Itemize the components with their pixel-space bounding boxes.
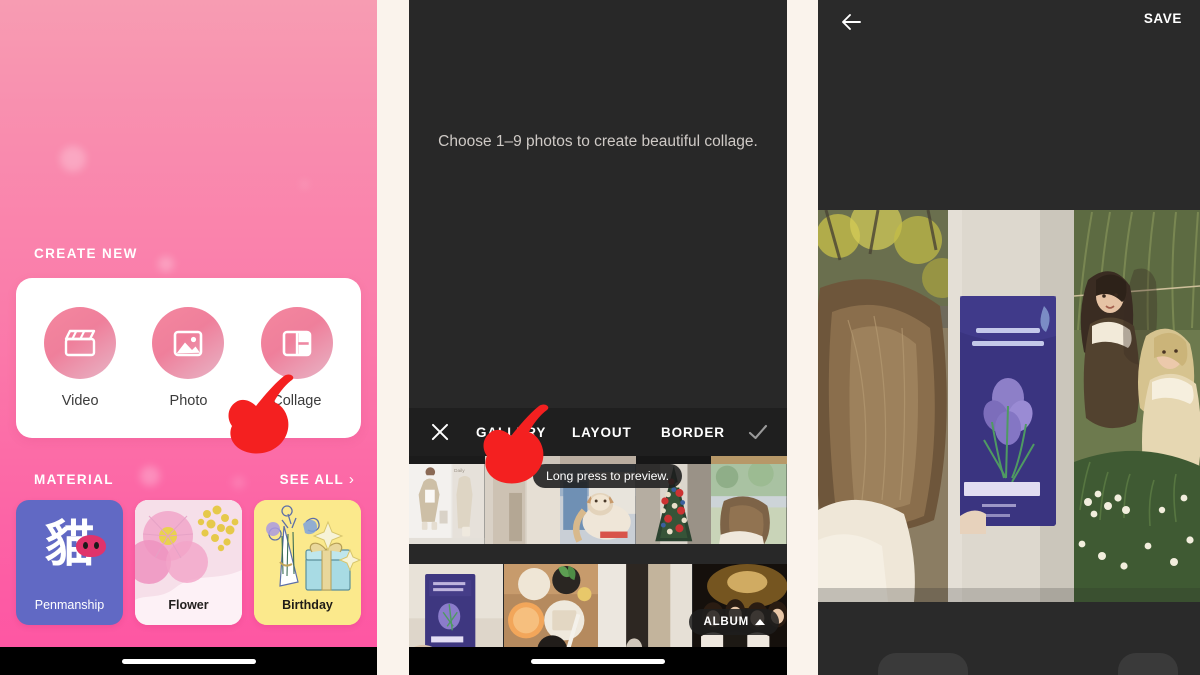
- chevron-right-icon: ›: [348, 471, 355, 488]
- panel-collage-result: SAVE: [818, 0, 1200, 675]
- create-item-label: Collage: [272, 393, 322, 409]
- photo-grid: Daily: [409, 456, 787, 675]
- photo-image-icon: [152, 307, 225, 379]
- collage-cell-purple-book[interactable]: Càng BÌNH TĨNH Càng HẠNH PHÚC VÂN TÌNH: [948, 210, 1074, 602]
- checkmark-icon[interactable]: [747, 422, 769, 442]
- create-item-photo[interactable]: Photo: [138, 307, 238, 409]
- result-topbar: SAVE: [818, 0, 1200, 44]
- thumbnail[interactable]: [484, 456, 561, 464]
- create-item-label: Video: [61, 393, 99, 409]
- svg-text:Daily: Daily: [454, 468, 465, 474]
- bokeh-decoration: [300, 180, 309, 189]
- thumbnail-outfit-flatlay[interactable]: Daily: [409, 464, 485, 564]
- back-arrow-icon[interactable]: [840, 11, 862, 33]
- create-item-collage[interactable]: Collage: [247, 307, 347, 409]
- create-item-label: Photo: [169, 393, 208, 409]
- panel-collage-picker: Choose 1–9 photos to create beautiful co…: [409, 0, 787, 675]
- see-all-button[interactable]: SEE ALL ›: [280, 472, 355, 487]
- result-bottom-bar: [818, 605, 1200, 675]
- home-indicator: [531, 658, 665, 664]
- thumbnail[interactable]: [409, 456, 485, 464]
- cat-eye: [82, 542, 88, 549]
- bokeh-decoration: [158, 256, 174, 272]
- material-card-label: Birthday: [282, 598, 333, 612]
- bottom-action-button[interactable]: [1118, 653, 1178, 675]
- album-label: ALBUM: [703, 616, 749, 628]
- create-item-video[interactable]: Video: [30, 307, 130, 409]
- create-new-card: Video Photo Collage: [16, 278, 361, 438]
- album-selector-button[interactable]: ALBUM: [689, 609, 779, 635]
- material-card-penmanship[interactable]: 貓 Penmanship: [16, 500, 123, 625]
- screenshot-stage: CREATE NEW Video Photo Collage MATERIAL …: [0, 0, 1200, 675]
- collage-cell-hair-autumn[interactable]: [818, 210, 948, 602]
- tab-border[interactable]: BORDER: [661, 425, 725, 440]
- material-card-label: Flower: [168, 598, 209, 612]
- thumbnail-long-hair-outdoor[interactable]: [711, 464, 787, 564]
- long-press-tooltip: Long press to preview.: [533, 464, 683, 488]
- video-clapper-icon: [44, 307, 117, 379]
- bokeh-decoration: [232, 476, 245, 489]
- calligraphy-cat-icon: 貓: [45, 519, 106, 569]
- collage-cell-two-girls-grass[interactable]: [1074, 210, 1200, 602]
- material-card-label: Penmanship: [34, 598, 105, 612]
- tab-layout[interactable]: LAYOUT: [572, 425, 632, 440]
- thumbnail[interactable]: [635, 456, 712, 464]
- caret-up-icon: [755, 619, 765, 625]
- see-all-label: SEE ALL: [279, 472, 344, 487]
- material-card-flower[interactable]: Flower: [135, 500, 242, 625]
- material-row: 貓 Penmanship Flower Birthday: [16, 500, 361, 625]
- thumbnail[interactable]: [711, 456, 787, 464]
- bokeh-decoration: [60, 146, 86, 172]
- picker-hint-text: Choose 1–9 photos to create beautiful co…: [438, 133, 758, 150]
- home-indicator-bar: [0, 647, 377, 675]
- home-indicator-bar: [409, 647, 787, 675]
- bottom-action-button[interactable]: [878, 653, 968, 675]
- close-x-icon[interactable]: [429, 421, 451, 443]
- tab-gallery[interactable]: GALLERY: [476, 425, 546, 440]
- cat-eye: [93, 542, 99, 549]
- save-button[interactable]: SAVE: [1144, 11, 1182, 26]
- picker-toolbar: GALLERY LAYOUT BORDER: [409, 408, 787, 456]
- grid-row-partial: [409, 456, 787, 464]
- collage-grid-icon: [260, 307, 333, 379]
- thumbnail[interactable]: [560, 456, 636, 464]
- collage-canvas: Càng BÌNH TĨNH Càng HẠNH PHÚC VÂN TÌNH: [818, 210, 1200, 602]
- cat-face-shape: [75, 535, 106, 557]
- bokeh-decoration: [140, 466, 160, 486]
- material-card-birthday[interactable]: Birthday: [254, 500, 361, 625]
- panel-home-screen: CREATE NEW Video Photo Collage MATERIAL …: [0, 0, 377, 675]
- home-indicator: [121, 658, 256, 664]
- material-section-label: MATERIAL: [34, 472, 114, 487]
- create-new-section-label: CREATE NEW: [34, 246, 138, 261]
